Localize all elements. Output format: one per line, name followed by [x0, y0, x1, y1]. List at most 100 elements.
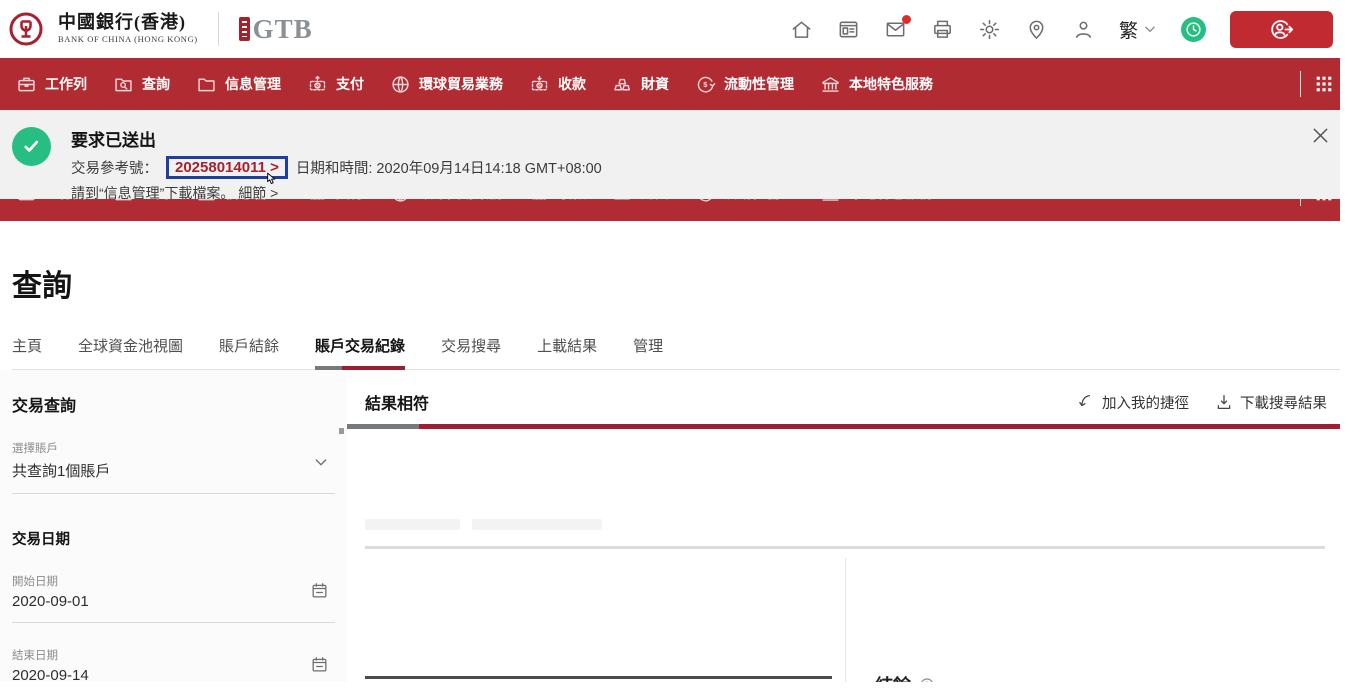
bank-logo: 中國銀行(香港) BANK OF CHINA (HONG KONG) GTB: [8, 11, 313, 47]
results-vertical-divider: [845, 558, 846, 682]
nav-item-label: 信息管理: [225, 199, 281, 203]
logo-divider: [217, 12, 219, 46]
bank-name-en: BANK OF CHINA (HONG KONG): [58, 34, 198, 45]
notification-badge: [901, 14, 911, 24]
transaction-ref-label: 交易參考號：: [71, 161, 158, 177]
start-date-field[interactable]: 開始日期 2020-09-01: [12, 573, 335, 623]
printer-icon[interactable]: [931, 18, 954, 41]
tab-4[interactable]: 賬戶交易紀錄: [315, 335, 406, 370]
nav-item-3[interactable]: 信息管理: [196, 74, 281, 95]
calendar-icon[interactable]: [310, 581, 329, 600]
download-results-link[interactable]: 下載搜尋結果: [1215, 392, 1327, 413]
nav-item-7[interactable]: 財資: [612, 74, 669, 95]
liquidity-icon: $: [695, 199, 716, 204]
nav-item-5[interactable]: 環球貿易業務: [390, 74, 503, 95]
session-timer-avatar[interactable]: [1181, 16, 1206, 42]
tab-3[interactable]: 賬戶結餘: [219, 335, 279, 369]
nav-item-6[interactable]: $ 收款: [529, 199, 586, 204]
briefcase-icon: [16, 74, 37, 95]
bank-icon: [820, 74, 841, 95]
nav-item-label: 流動性管理: [724, 199, 794, 203]
end-date-field[interactable]: 結束日期 2020-09-14: [12, 647, 335, 692]
gold-icon: [612, 199, 633, 204]
apps-grid-icon[interactable]: [1313, 73, 1335, 95]
page-scrollbar-track[interactable]: [1340, 0, 1345, 692]
home-icon[interactable]: [790, 18, 813, 41]
location-icon[interactable]: [1025, 18, 1048, 41]
nav-item-9[interactable]: 本地特色服務: [820, 74, 933, 95]
tab-6[interactable]: 上載結果: [537, 335, 597, 369]
folder-icon: [196, 74, 217, 95]
apps-grid-icon[interactable]: [1313, 199, 1335, 204]
chevron-down-icon: [1143, 22, 1157, 36]
info-icon[interactable]: [919, 677, 935, 682]
download-icon: [1215, 393, 1233, 411]
folder-icon: [196, 199, 217, 204]
language-label: 繁: [1118, 20, 1138, 42]
main-navigation: 工作列 查詢 信息管理 $ 支付 環球貿易業務 $ 收款 財資 $ 流動性管理 本地特色服務: [0, 58, 1345, 110]
nav-item-5[interactable]: 環球貿易業務: [390, 199, 503, 204]
profile-icon[interactable]: [1072, 18, 1095, 41]
transaction-search-sidebar: 交易查詢 選擇賬戶 共查詢1個賬戶 交易日期 開始日期 2020-09-01 結…: [0, 370, 347, 684]
language-selector[interactable]: 繁: [1119, 16, 1157, 43]
settings-icon[interactable]: [978, 18, 1001, 41]
nav-item-label: 查詢: [142, 76, 170, 92]
igtb-product-name: GTB: [252, 13, 313, 44]
nav-item-2[interactable]: 查詢: [113, 199, 170, 204]
success-banner: 要求已送出 交易參考號： 20258014011 > 日期和時間: 2020年0…: [0, 110, 1345, 201]
nav-item-label: 本地特色服務: [849, 199, 933, 203]
page-title: 查詢: [12, 270, 72, 303]
nav-item-label: 支付: [336, 76, 364, 92]
nav-item-2[interactable]: 查詢: [113, 74, 170, 95]
globe-icon: [390, 74, 411, 95]
liquidity-icon: $: [695, 74, 716, 95]
sidebar-scrollbar-thumb[interactable]: [339, 428, 344, 434]
nav-item-4[interactable]: $ 支付: [307, 74, 364, 95]
nav-item-4[interactable]: $ 支付: [307, 199, 364, 204]
success-check-icon: [12, 127, 51, 166]
nav-item-label: 環球貿易業務: [419, 76, 503, 92]
nav-item-label: 查詢: [142, 199, 170, 203]
pay-icon: $: [307, 74, 328, 95]
tab-1[interactable]: 主頁: [12, 335, 42, 369]
add-shortcut-link[interactable]: 加入我的捷徑: [1077, 392, 1189, 413]
clipped-navigation-bar: 工作列 查詢 信息管理 $ 支付 環球貿易業務 $ 收款 財資 $ 流動性管理 本地特色服務: [0, 199, 1345, 221]
tab-5[interactable]: 交易搜尋: [441, 335, 501, 369]
account-select-field[interactable]: 選擇賬戶 共查詢1個賬戶: [12, 440, 335, 494]
logout-button[interactable]: [1230, 10, 1333, 48]
banner-datetime: 日期和時間: 2020年09月14日14:18 GMT+08:00: [295, 161, 602, 177]
nav-divider: [1300, 71, 1301, 97]
igtb-seal-icon: [238, 17, 250, 42]
chevron-down-icon[interactable]: [313, 454, 329, 470]
balance-summary-label: 結餘: [875, 672, 911, 682]
nav-item-8[interactable]: $ 流動性管理: [695, 74, 794, 95]
end-date-value: 2020-09-14: [12, 667, 89, 684]
tab-2[interactable]: 全球資金池視圖: [78, 335, 183, 369]
nav-item-label: 財資: [641, 76, 669, 92]
receive-icon: $: [529, 199, 550, 204]
nav-item-1[interactable]: 工作列: [16, 199, 87, 204]
folder-search-icon: [113, 199, 134, 204]
globe-icon: [390, 199, 411, 204]
transaction-ref-link[interactable]: 20258014011 >: [166, 156, 288, 185]
nav-item-label: 信息管理: [225, 76, 281, 92]
nav-item-7[interactable]: 財資: [612, 199, 669, 204]
account-select-label: 選擇賬戶: [12, 443, 58, 455]
nav-item-label: 本地特色服務: [849, 76, 933, 92]
svg-text:$: $: [538, 83, 541, 89]
nav-item-label: 工作列: [45, 199, 87, 203]
tab-7[interactable]: 管理: [633, 335, 663, 369]
results-title: 結果相符: [365, 396, 430, 413]
page-tabs: 主頁 全球資金池視圖 賬戶結餘 賬戶交易紀錄 交易搜尋 上載結果 管理: [12, 335, 1345, 370]
news-icon[interactable]: [837, 18, 860, 41]
calendar-icon[interactable]: [310, 655, 329, 674]
close-icon[interactable]: [1310, 125, 1331, 146]
svg-text:$: $: [703, 79, 708, 88]
nav-item-9[interactable]: 本地特色服務: [820, 199, 933, 204]
gold-icon: [612, 74, 633, 95]
nav-item-8[interactable]: $ 流動性管理: [695, 199, 794, 204]
nav-item-6[interactable]: $ 收款: [529, 74, 586, 95]
nav-item-1[interactable]: 工作列: [16, 74, 87, 95]
mail-icon[interactable]: [884, 14, 911, 41]
nav-item-3[interactable]: 信息管理: [196, 199, 281, 204]
